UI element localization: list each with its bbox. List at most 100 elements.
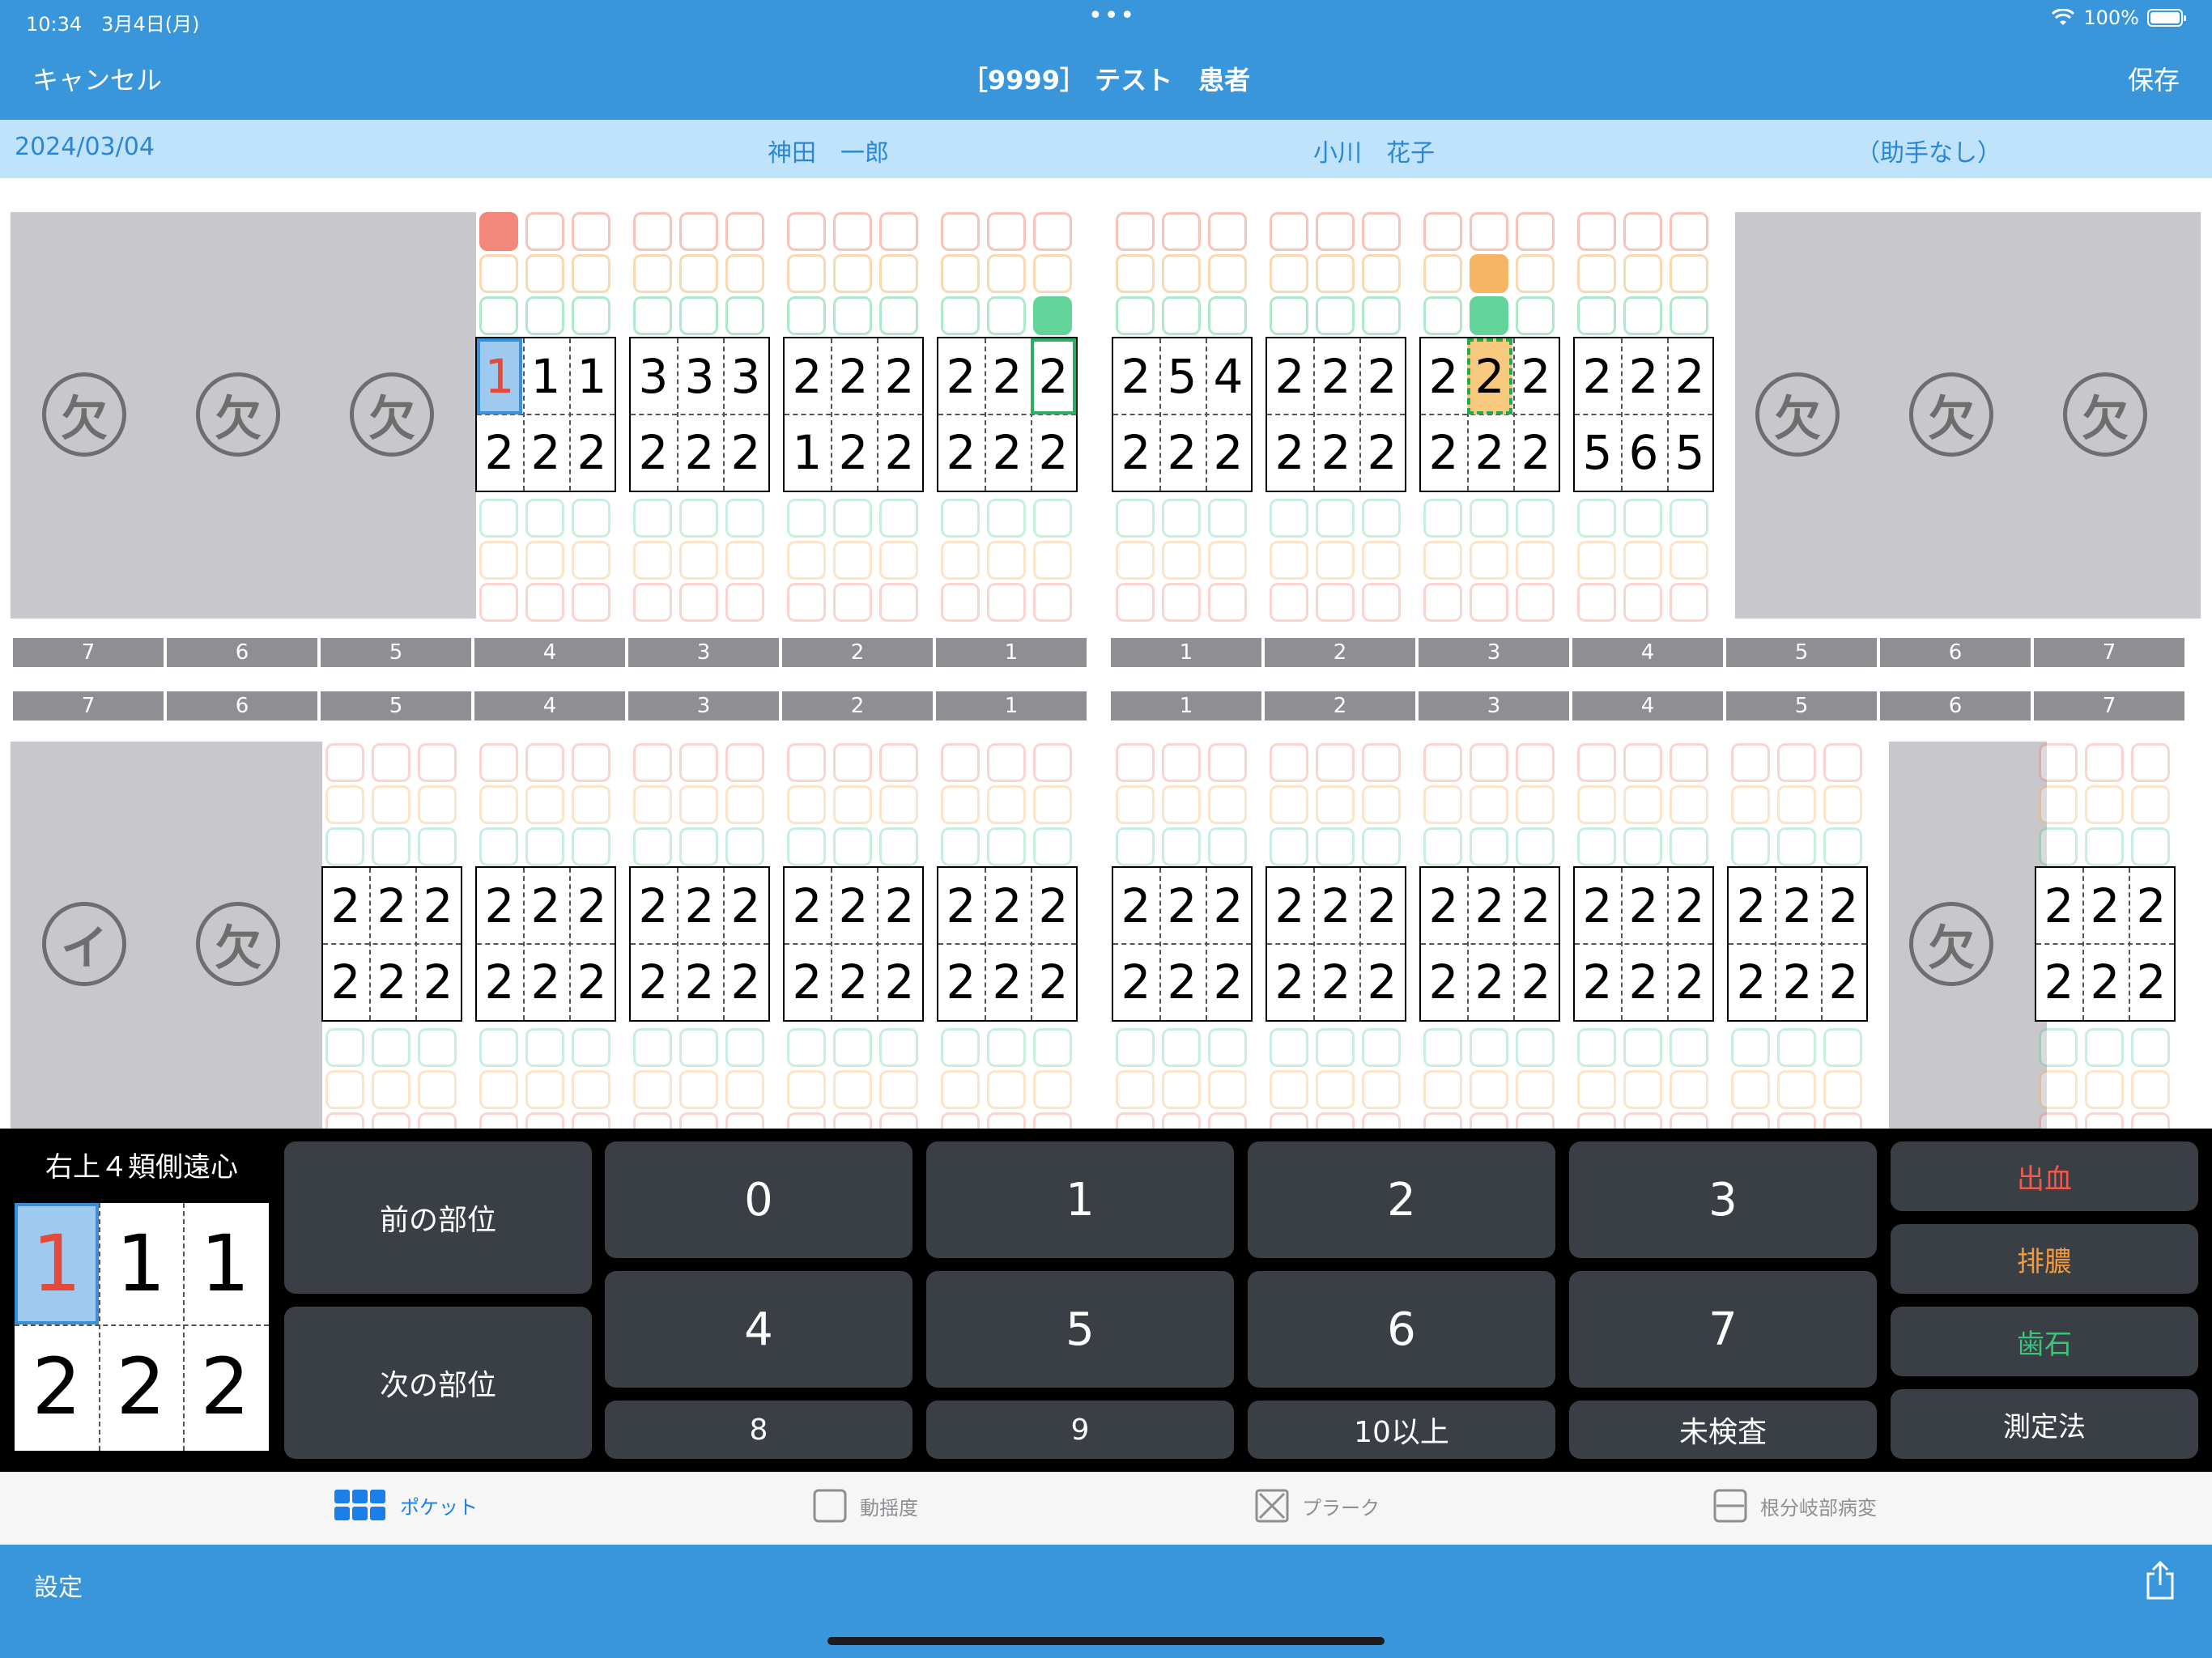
calculus-cell[interactable] — [941, 499, 980, 538]
pocket-value[interactable]: 2 — [523, 944, 568, 1020]
calculus-cell[interactable] — [372, 1028, 410, 1067]
calculus-cell[interactable] — [833, 1028, 872, 1067]
pocket-value[interactable]: 1 — [477, 338, 522, 414]
calculus-cell[interactable] — [1270, 296, 1308, 335]
pus-cell[interactable] — [1670, 541, 1708, 580]
pocket-value[interactable]: 2 — [1031, 414, 1076, 491]
calculus-cell[interactable] — [833, 296, 872, 335]
pus-cell[interactable] — [725, 254, 764, 293]
tab-furcation[interactable]: 根分岐部病変 — [1713, 1489, 1877, 1523]
pocket-value[interactable]: 2 — [877, 338, 922, 414]
bleeding-cell[interactable] — [572, 583, 610, 622]
calculus-cell[interactable] — [572, 1028, 610, 1067]
pocket-value[interactable]: 2 — [1113, 414, 1159, 491]
save-button[interactable]: 保存 — [2128, 60, 2180, 97]
bleeding-cell[interactable] — [1777, 743, 1816, 782]
pocket-value[interactable]: 5 — [1575, 414, 1620, 491]
bleeding-cell[interactable] — [1577, 583, 1616, 622]
calculus-cell[interactable] — [1577, 1028, 1616, 1067]
pus-cell[interactable] — [1208, 785, 1247, 824]
calculus-cell[interactable] — [1623, 827, 1662, 866]
pus-cell[interactable] — [525, 1070, 564, 1109]
pocket-value[interactable]: 2 — [415, 868, 461, 944]
pocket-value[interactable]: 2 — [631, 868, 676, 944]
bleeding-cell[interactable] — [1423, 212, 1462, 251]
pocket-value[interactable]: 2 — [1513, 414, 1559, 491]
bleeding-cell[interactable] — [941, 583, 980, 622]
pus-cell[interactable] — [1670, 1070, 1708, 1109]
bleeding-cell[interactable] — [1516, 212, 1555, 251]
bleeding-cell[interactable] — [1270, 583, 1308, 622]
pus-cell[interactable] — [1577, 785, 1616, 824]
pus-cell[interactable] — [987, 254, 1026, 293]
calculus-cell[interactable] — [633, 1028, 672, 1067]
pus-cell[interactable] — [418, 1070, 457, 1109]
pocket-value[interactable]: 2 — [569, 944, 615, 1020]
pus-cell[interactable] — [325, 1070, 364, 1109]
pocket-value[interactable]: 2 — [477, 868, 522, 944]
pus-cell[interactable] — [1162, 254, 1201, 293]
pus-cell[interactable] — [1208, 541, 1247, 580]
pocket-value[interactable]: 1 — [785, 414, 830, 491]
calculus-cell[interactable] — [679, 499, 718, 538]
calculus-cell[interactable] — [1577, 296, 1616, 335]
pocket-value[interactable]: 2 — [1113, 868, 1159, 944]
calculus-cell[interactable] — [1516, 296, 1555, 335]
pus-cell[interactable] — [725, 785, 764, 824]
pus-cell[interactable] — [1270, 1070, 1308, 1109]
bleeding-cell[interactable] — [572, 212, 610, 251]
bleeding-cell[interactable] — [633, 583, 672, 622]
calculus-cell[interactable] — [879, 499, 918, 538]
bleeding-cell[interactable] — [987, 1112, 1026, 1129]
bleeding-cell[interactable] — [1162, 583, 1201, 622]
pus-cell[interactable] — [1033, 541, 1072, 580]
bleeding-cell[interactable] — [725, 583, 764, 622]
calculus-cell[interactable] — [1470, 499, 1508, 538]
calculus-cell[interactable] — [941, 827, 980, 866]
calculus-cell[interactable] — [1116, 1028, 1155, 1067]
calculus-cell[interactable] — [418, 1028, 457, 1067]
calculus-cell[interactable] — [2039, 1028, 2078, 1067]
calculus-cell[interactable] — [2085, 827, 2124, 866]
pocket-value[interactable]: 2 — [523, 868, 568, 944]
pocket-value[interactable]: 2 — [1821, 944, 1866, 1020]
pocket-value[interactable]: 2 — [523, 414, 568, 491]
pus-cell[interactable] — [572, 1070, 610, 1109]
bleeding-cell[interactable] — [1623, 583, 1662, 622]
pus-cell[interactable] — [787, 785, 826, 824]
pocket-value[interactable]: 2 — [877, 944, 922, 1020]
pus-cell[interactable] — [1470, 541, 1508, 580]
pocket-value[interactable]: 2 — [1621, 338, 1666, 414]
bleeding-cell[interactable] — [525, 1112, 564, 1129]
calculus-cell[interactable] — [1316, 1028, 1355, 1067]
pus-cell[interactable] — [833, 785, 872, 824]
bleeding-cell[interactable] — [1577, 1112, 1616, 1129]
digit-4-button[interactable]: 4 — [605, 1271, 912, 1388]
pocket-value[interactable]: 3 — [631, 338, 676, 414]
pus-cell[interactable] — [1577, 254, 1616, 293]
pus-cell[interactable] — [572, 785, 610, 824]
pus-button[interactable]: 排膿 — [1891, 1224, 2198, 1294]
pus-cell[interactable] — [372, 785, 410, 824]
bleeding-cell[interactable] — [372, 1112, 410, 1129]
bleeding-cell[interactable] — [725, 743, 764, 782]
pus-cell[interactable] — [1516, 541, 1555, 580]
bleeding-cell[interactable] — [1470, 743, 1508, 782]
digit-7-button[interactable]: 7 — [1569, 1271, 1877, 1388]
pus-cell[interactable] — [633, 254, 672, 293]
calculus-cell[interactable] — [1033, 296, 1072, 335]
pus-cell[interactable] — [572, 541, 610, 580]
calculus-cell[interactable] — [1162, 1028, 1201, 1067]
digit-9-button[interactable]: 9 — [926, 1401, 1234, 1459]
pus-cell[interactable] — [372, 1070, 410, 1109]
pus-cell[interactable] — [787, 541, 826, 580]
bleeding-cell[interactable] — [987, 743, 1026, 782]
bleeding-cell[interactable] — [1316, 212, 1355, 251]
calculus-cell[interactable] — [1162, 827, 1201, 866]
calculus-cell[interactable] — [1208, 499, 1247, 538]
tab-pocket[interactable]: ポケット — [334, 1489, 478, 1521]
bleeding-cell[interactable] — [987, 583, 1026, 622]
calculus-cell[interactable] — [1823, 827, 1862, 866]
pus-cell[interactable] — [1470, 785, 1508, 824]
pus-cell[interactable] — [572, 254, 610, 293]
